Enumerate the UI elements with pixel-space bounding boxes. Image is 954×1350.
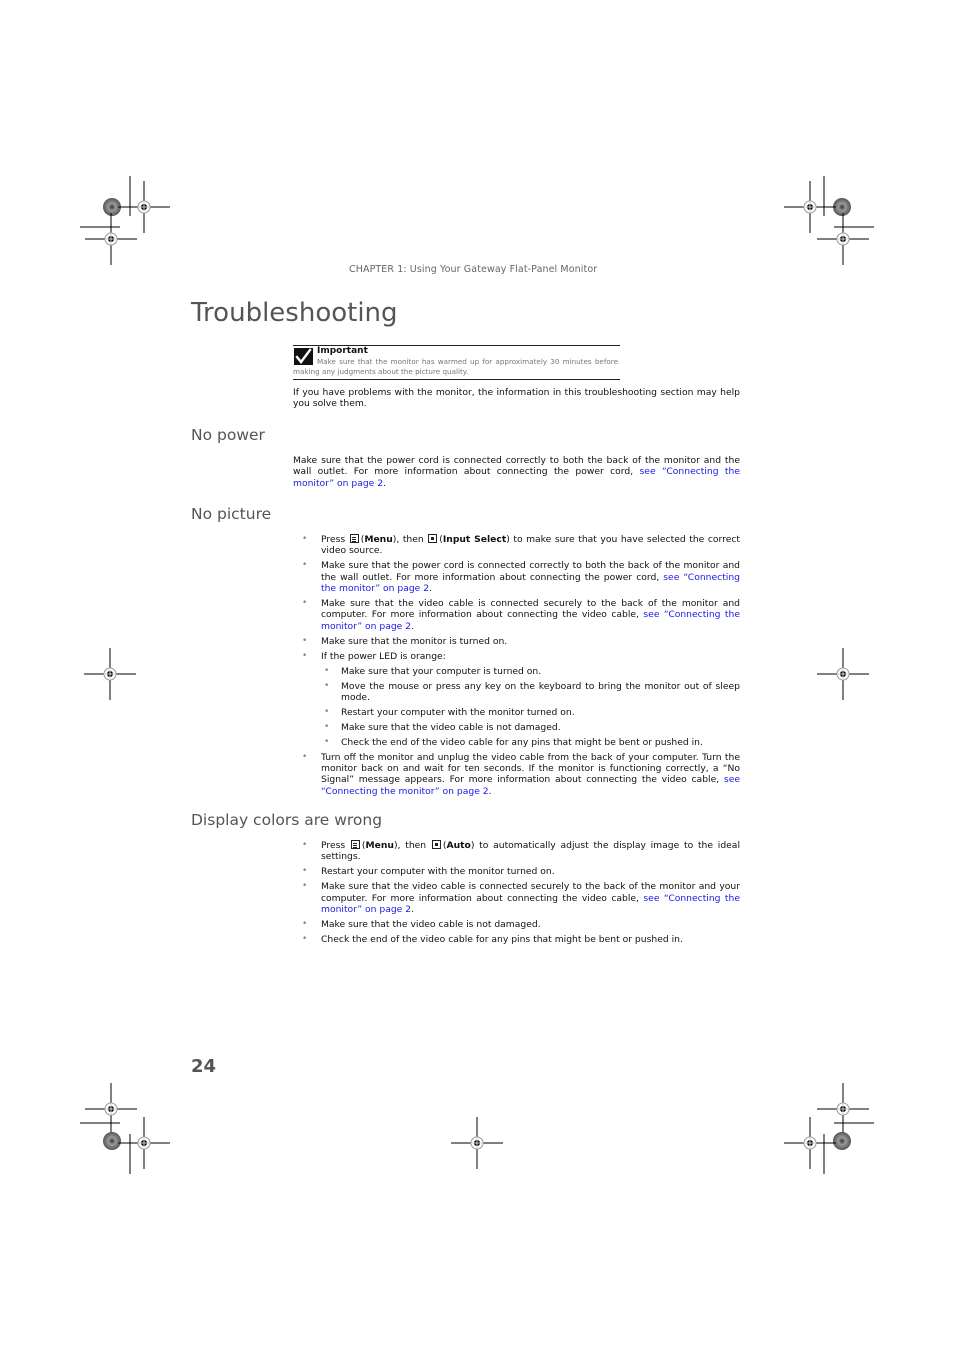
section-heading-no-picture: No picture — [191, 505, 272, 523]
button-name-auto: Auto — [446, 840, 471, 851]
intro-paragraph: If you have problems with the monitor, t… — [293, 387, 740, 410]
registration-mark — [80, 1082, 171, 1174]
item-text: Press — [321, 534, 349, 545]
bullet: • — [324, 736, 330, 747]
bullet: • — [324, 721, 330, 732]
button-name-input-select: Input Select — [442, 534, 507, 545]
item-text: Restart your computer with the monitor t… — [321, 866, 555, 878]
bullet: • — [302, 934, 308, 945]
page-title: Troubleshooting — [191, 298, 398, 328]
bullet: • — [324, 706, 330, 717]
bullet: • — [302, 534, 308, 544]
bullet: • — [302, 840, 308, 850]
bullet: • — [324, 665, 330, 676]
no-power-paragraph: Make sure that the power cord is connect… — [293, 455, 740, 489]
bullet: • — [302, 751, 308, 762]
bullet: • — [302, 919, 308, 930]
button-name-menu: Menu — [364, 534, 393, 545]
list-item: • Make sure that the video cable is conn… — [293, 881, 740, 915]
menu-button-icon — [349, 534, 359, 543]
list-item: • Make sure that the power cord is conne… — [293, 560, 740, 594]
bullet: • — [324, 680, 330, 691]
list-item: • If the power LED is orange: • Make sure… — [293, 651, 740, 748]
item-text: Make sure that your computer is turned o… — [341, 665, 542, 677]
punctuation: . — [411, 904, 415, 916]
item-text: Move the mouse or press any key on the k… — [341, 680, 740, 703]
item-text: Make sure that the monitor is turned on. — [321, 635, 508, 647]
list-item: • Make sure that the video cable is not … — [293, 919, 740, 930]
list-item: • Restart your computer with the monitor… — [293, 866, 740, 877]
registration-mark — [450, 1116, 504, 1170]
select-button-icon — [431, 840, 441, 849]
bullet: • — [302, 881, 308, 892]
sub-list: • Make sure that your computer is turned … — [321, 666, 740, 748]
bullet: • — [302, 635, 308, 646]
bullet: • — [302, 650, 308, 661]
item-text: ), then — [393, 840, 431, 851]
item-text: Press — [321, 840, 350, 851]
item-text: Make sure that the video cable is not da… — [341, 721, 561, 733]
no-picture-list: • Press (Menu), then (Input Select) to m… — [293, 534, 740, 797]
note-text: Make sure that the monitor has warmed up… — [293, 357, 618, 376]
no-picture-list-container: • Press (Menu), then (Input Select) to m… — [293, 534, 740, 801]
button-name-menu: Menu — [365, 840, 394, 851]
registration-mark — [80, 176, 171, 266]
punctuation: . — [383, 477, 387, 489]
sub-list-item: • Check the end of the video cable for an… — [321, 737, 740, 748]
punctuation: . — [488, 785, 492, 797]
list-item: • Turn off the monitor and unplug the vi… — [293, 752, 740, 797]
item-text: Check the end of the video cable for any… — [341, 736, 703, 748]
page-number: 24 — [191, 1056, 217, 1077]
list-item: • Make sure that the video cable is conn… — [293, 598, 740, 632]
important-note: Important Make sure that the monitor has… — [293, 345, 620, 380]
bullet: • — [302, 866, 308, 877]
list-item: • Press (Menu), then (Auto) to automatic… — [293, 840, 740, 863]
punctuation: . — [411, 620, 415, 632]
display-colors-list: • Press (Menu), then (Auto) to automatic… — [293, 840, 740, 946]
item-text: Restart your computer with the monitor t… — [341, 706, 575, 718]
list-item: • Press (Menu), then (Input Select) to m… — [293, 534, 740, 557]
list-item: • Make sure that the monitor is turned o… — [293, 636, 740, 647]
registration-mark — [783, 1082, 874, 1174]
item-text: If the power LED is orange: — [321, 650, 446, 662]
sub-list-item: • Restart your computer with the monitor … — [321, 707, 740, 718]
menu-button-icon — [350, 840, 360, 849]
sub-list-item: • Move the mouse or press any key on the … — [321, 681, 740, 704]
item-text: ), then — [392, 534, 428, 545]
note-label: Important — [317, 346, 368, 356]
select-button-icon — [428, 534, 438, 543]
running-header: CHAPTER 1: Using Your Gateway Flat-Panel… — [349, 264, 598, 275]
sub-list-item: • Make sure that the video cable is not d… — [321, 722, 740, 733]
item-text: Turn off the monitor and unplug the vide… — [321, 751, 740, 786]
sub-list-item: • Make sure that your computer is turned … — [321, 666, 740, 677]
section-heading-no-power: No power — [191, 426, 265, 444]
punctuation: . — [429, 582, 433, 594]
list-item: • Check the end of the video cable for a… — [293, 934, 740, 945]
section-heading-display-colors: Display colors are wrong — [191, 811, 383, 829]
item-text: Check the end of the video cable for any… — [321, 934, 683, 946]
registration-mark — [783, 176, 874, 266]
bullet: • — [302, 560, 308, 571]
item-text: Make sure that the video cable is not da… — [321, 919, 541, 931]
display-colors-list-container: • Press (Menu), then (Auto) to automatic… — [293, 840, 740, 949]
bullet: • — [302, 598, 308, 609]
